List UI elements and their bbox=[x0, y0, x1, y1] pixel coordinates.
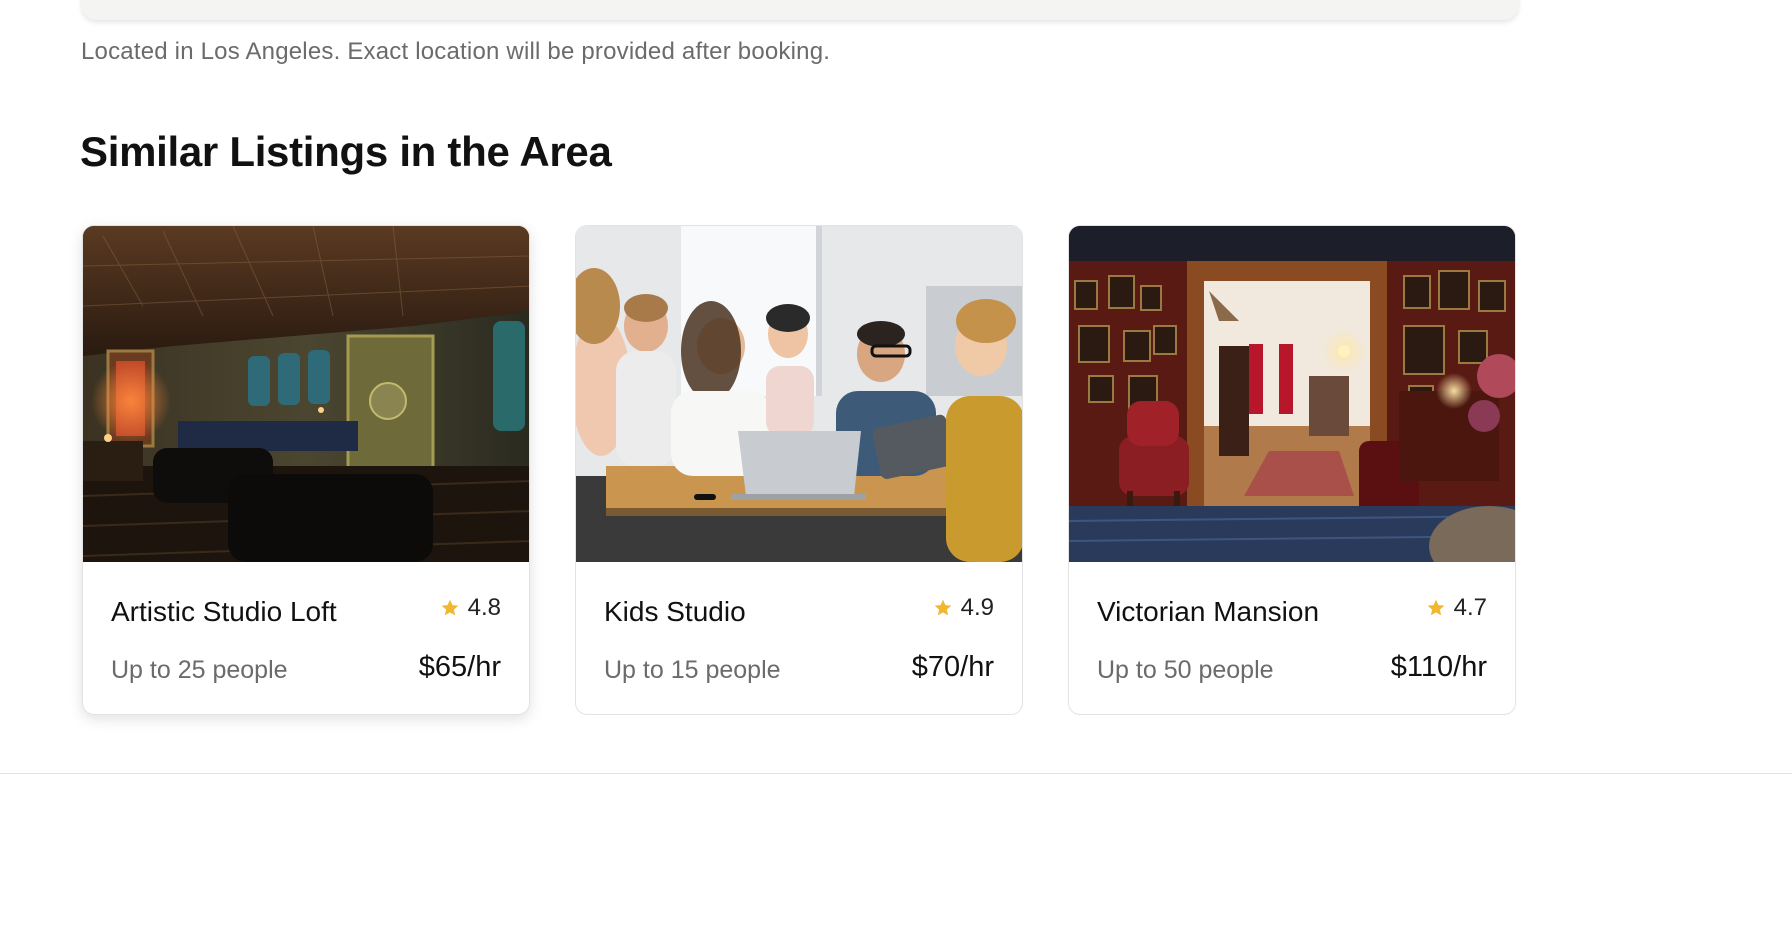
listing-card[interactable]: Kids Studio 4.9 Up to 15 people $70/hr bbox=[575, 225, 1023, 715]
listing-price: $110/hr bbox=[1390, 651, 1487, 683]
listing-name[interactable]: Victorian Mansion bbox=[1097, 596, 1319, 628]
location-note: Located in Los Angeles. Exact location w… bbox=[81, 38, 831, 65]
listing-price: $70/hr bbox=[911, 651, 994, 683]
star-icon bbox=[1427, 599, 1444, 616]
victorian-parlor-photo bbox=[1069, 226, 1515, 562]
star-icon bbox=[934, 599, 951, 616]
dark-lounge-photo bbox=[83, 226, 529, 562]
listing-card[interactable]: Victorian Mansion 4.7 Up to 50 people $1… bbox=[1068, 225, 1516, 715]
footer-divider bbox=[0, 773, 1792, 774]
listing-rating: 4.7 bbox=[1426, 594, 1487, 622]
listing-name[interactable]: Artistic Studio Loft bbox=[111, 596, 337, 628]
listing-rating: 4.8 bbox=[440, 594, 501, 622]
listing-card-body: Kids Studio 4.9 Up to 15 people $70/hr bbox=[576, 562, 1022, 714]
listing-capacity: Up to 15 people bbox=[604, 656, 781, 684]
star-icon bbox=[441, 599, 458, 616]
similar-listings-title: Similar Listings in the Area bbox=[80, 128, 612, 175]
group-meeting-photo bbox=[576, 226, 1022, 562]
map-container-edge bbox=[82, 0, 1518, 20]
listing-card[interactable]: Artistic Studio Loft 4.8 Up to 25 people… bbox=[82, 225, 530, 715]
listing-name[interactable]: Kids Studio bbox=[604, 596, 746, 628]
rating-value: 4.9 bbox=[960, 594, 994, 621]
rating-value: 4.8 bbox=[467, 594, 501, 621]
listing-capacity: Up to 50 people bbox=[1097, 656, 1274, 684]
listing-card-body: Artistic Studio Loft 4.8 Up to 25 people… bbox=[83, 562, 529, 714]
similar-listings-grid: Artistic Studio Loft 4.8 Up to 25 people… bbox=[82, 225, 1518, 717]
listing-capacity: Up to 25 people bbox=[111, 656, 288, 684]
rating-value: 4.7 bbox=[1453, 594, 1487, 621]
listing-price: $65/hr bbox=[418, 651, 501, 683]
listing-card-body: Victorian Mansion 4.7 Up to 50 people $1… bbox=[1069, 562, 1515, 714]
listing-rating: 4.9 bbox=[933, 594, 994, 622]
page: Located in Los Angeles. Exact location w… bbox=[0, 0, 1792, 934]
